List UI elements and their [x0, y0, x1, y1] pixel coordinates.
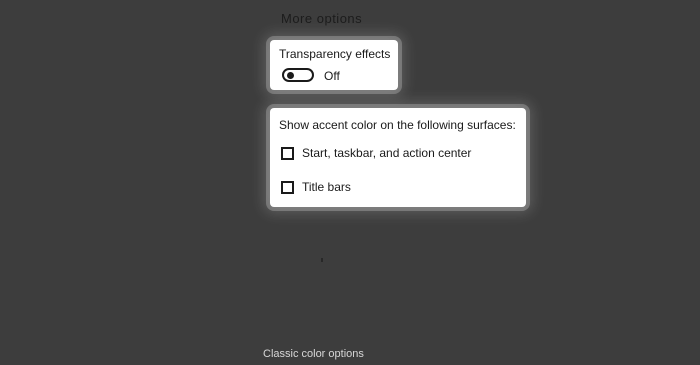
text-cursor-mark: [321, 258, 323, 262]
toggle-knob: [287, 72, 294, 79]
transparency-label: Transparency effects: [279, 47, 391, 61]
classic-color-options-link[interactable]: Classic color options: [263, 348, 364, 360]
start-taskbar-checkbox[interactable]: [281, 146, 294, 160]
section-heading: More options: [281, 11, 363, 26]
title-bars-label: Title bars: [302, 180, 351, 194]
accent-surfaces-card: Show accent color on the following surfa…: [270, 108, 526, 207]
start-taskbar-option[interactable]: Start, taskbar, and action center: [281, 146, 471, 160]
transparency-card: Transparency effects Off: [270, 40, 398, 90]
start-taskbar-label: Start, taskbar, and action center: [302, 146, 472, 160]
transparency-toggle[interactable]: [282, 68, 314, 82]
title-bars-checkbox[interactable]: [281, 180, 294, 194]
settings-page: More options Transparency effects Off Sh…: [0, 0, 700, 365]
toggle-state-label: Off: [324, 69, 340, 83]
accent-surfaces-label: Show accent color on the following surfa…: [279, 118, 516, 132]
title-bars-option[interactable]: Title bars: [281, 180, 351, 194]
